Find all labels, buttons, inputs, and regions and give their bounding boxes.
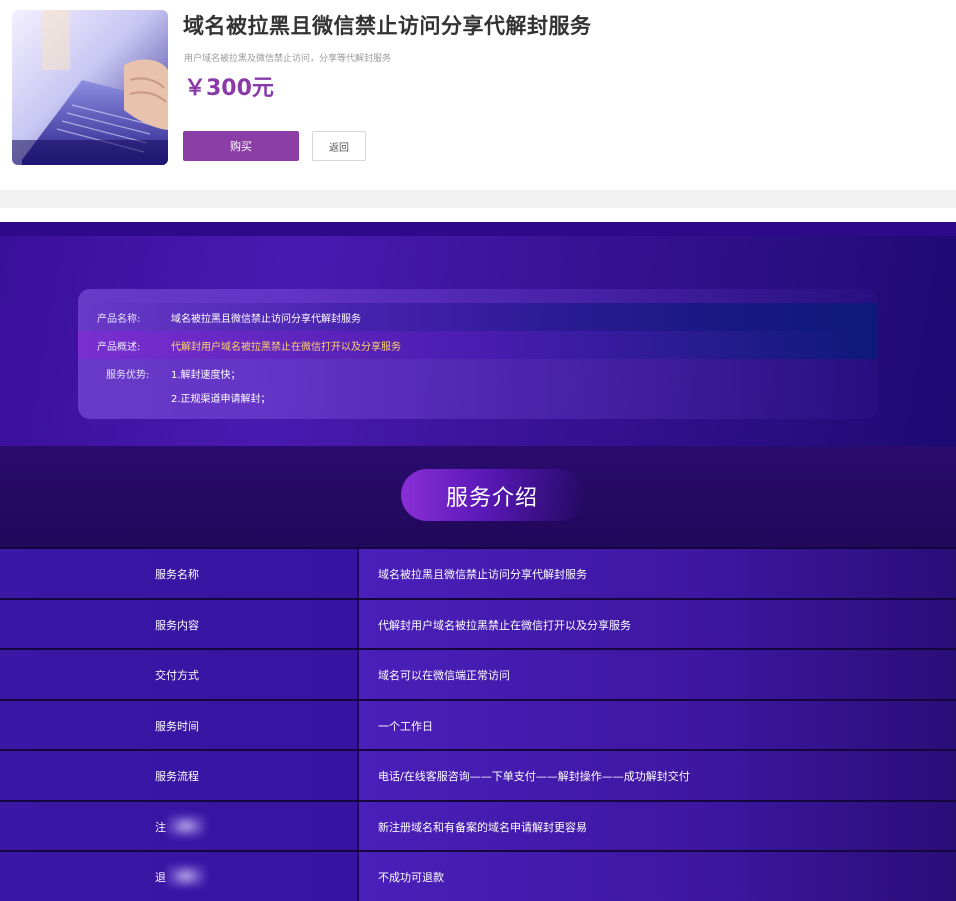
service-table: 服务名称 域名被拉黑且微信禁止访问分享代解封服务 服务内容 代解封用户域名被拉黑…	[0, 547, 956, 901]
product-info-banner: 产品名称: 域名被拉黑且微信禁止访问分享代解封服务 产品概述: 代解封用户域名被…	[0, 222, 956, 446]
table-row: 交付方式 域名可以在微信端正常访问	[0, 648, 956, 699]
product-image[interactable]	[12, 10, 168, 165]
table-row: 服务内容 代解封用户域名被拉黑禁止在微信打开以及分享服务	[0, 598, 956, 649]
table-value-cell: 电话/在线客服咨询——下单支付——解封操作——成功解封交付	[359, 751, 956, 800]
table-row: 退 不成功可退款	[0, 850, 956, 901]
table-value: 电话/在线客服咨询——下单支付——解封操作——成功解封交付	[378, 768, 690, 784]
table-value-cell: 代解封用户域名被拉黑禁止在微信打开以及分享服务	[359, 600, 956, 649]
table-value-cell: 新注册域名和有备案的域名申请解封更容易	[359, 802, 956, 851]
table-value-cell: 域名可以在微信端正常访问	[359, 650, 956, 699]
product-name-label: 产品名称:	[97, 310, 140, 325]
table-key-cell: 注	[0, 802, 357, 851]
table-key: 退	[155, 869, 166, 885]
table-value: 新注册域名和有备案的域名申请解封更容易	[378, 819, 587, 835]
table-key-cell: 退	[0, 852, 357, 901]
product-subtitle: 用户域名被拉黑及微信禁止访问，分享等代解封服务	[184, 51, 391, 64]
table-value: 域名可以在微信端正常访问	[378, 667, 510, 683]
table-key: 交付方式	[155, 667, 199, 683]
product-summary-value: 代解封用户域名被拉黑禁止在微信打开以及分享服务	[171, 338, 401, 353]
service-intro-title: 服务介绍	[446, 480, 538, 512]
buy-button[interactable]: 购买	[183, 131, 299, 161]
table-key-cell: 服务流程	[0, 751, 357, 800]
product-summary-label: 产品概述:	[97, 338, 140, 353]
table-key: 服务名称	[155, 566, 199, 582]
product-name-value: 域名被拉黑且微信禁止访问分享代解封服务	[171, 310, 361, 325]
table-key: 注	[155, 819, 166, 835]
blurred-text-mask	[166, 814, 206, 838]
table-value-cell: 一个工作日	[359, 701, 956, 750]
table-key: 服务流程	[155, 768, 199, 784]
table-row: 服务名称 域名被拉黑且微信禁止访问分享代解封服务	[0, 547, 956, 598]
table-key-cell: 服务时间	[0, 701, 357, 750]
table-value: 不成功可退款	[378, 869, 444, 885]
product-title: 域名被拉黑且微信禁止访问分享代解封服务	[183, 10, 592, 40]
service-intro-section: 服务介绍 服务名称 域名被拉黑且微信禁止访问分享代解封服务 服务内容 代解封用户…	[0, 446, 956, 901]
table-row: 注 新注册域名和有备案的域名申请解封更容易	[0, 800, 956, 851]
table-value: 一个工作日	[378, 718, 433, 734]
service-advantage-item: 2.正规渠道申请解封；	[171, 390, 271, 405]
table-value: 代解封用户域名被拉黑禁止在微信打开以及分享服务	[378, 617, 631, 633]
table-key: 服务内容	[155, 617, 199, 633]
product-info-card: 产品名称: 域名被拉黑且微信禁止访问分享代解封服务 产品概述: 代解封用户域名被…	[78, 289, 878, 419]
section-divider	[0, 190, 956, 208]
back-button[interactable]: 返回	[312, 131, 366, 161]
table-value: 域名被拉黑且微信禁止访问分享代解封服务	[378, 566, 587, 582]
table-key-cell: 服务内容	[0, 600, 357, 649]
table-value-cell: 不成功可退款	[359, 852, 956, 901]
table-key-cell: 服务名称	[0, 549, 357, 598]
table-key: 服务时间	[155, 718, 199, 734]
product-price: ￥300元	[184, 70, 274, 102]
service-advantage-item: 1.解封速度快；	[171, 366, 241, 381]
service-advantage-label: 服务优势:	[106, 366, 149, 381]
blurred-text-mask	[166, 864, 206, 888]
laptop-typing-photo-icon	[12, 10, 168, 165]
table-value-cell: 域名被拉黑且微信禁止访问分享代解封服务	[359, 549, 956, 598]
table-row: 服务流程 电话/在线客服咨询——下单支付——解封操作——成功解封交付	[0, 749, 956, 800]
service-intro-header: 服务介绍	[0, 446, 956, 546]
table-key-cell: 交付方式	[0, 650, 357, 699]
table-row: 服务时间 一个工作日	[0, 699, 956, 750]
product-header: 域名被拉黑且微信禁止访问分享代解封服务 用户域名被拉黑及微信禁止访问，分享等代解…	[0, 0, 956, 190]
